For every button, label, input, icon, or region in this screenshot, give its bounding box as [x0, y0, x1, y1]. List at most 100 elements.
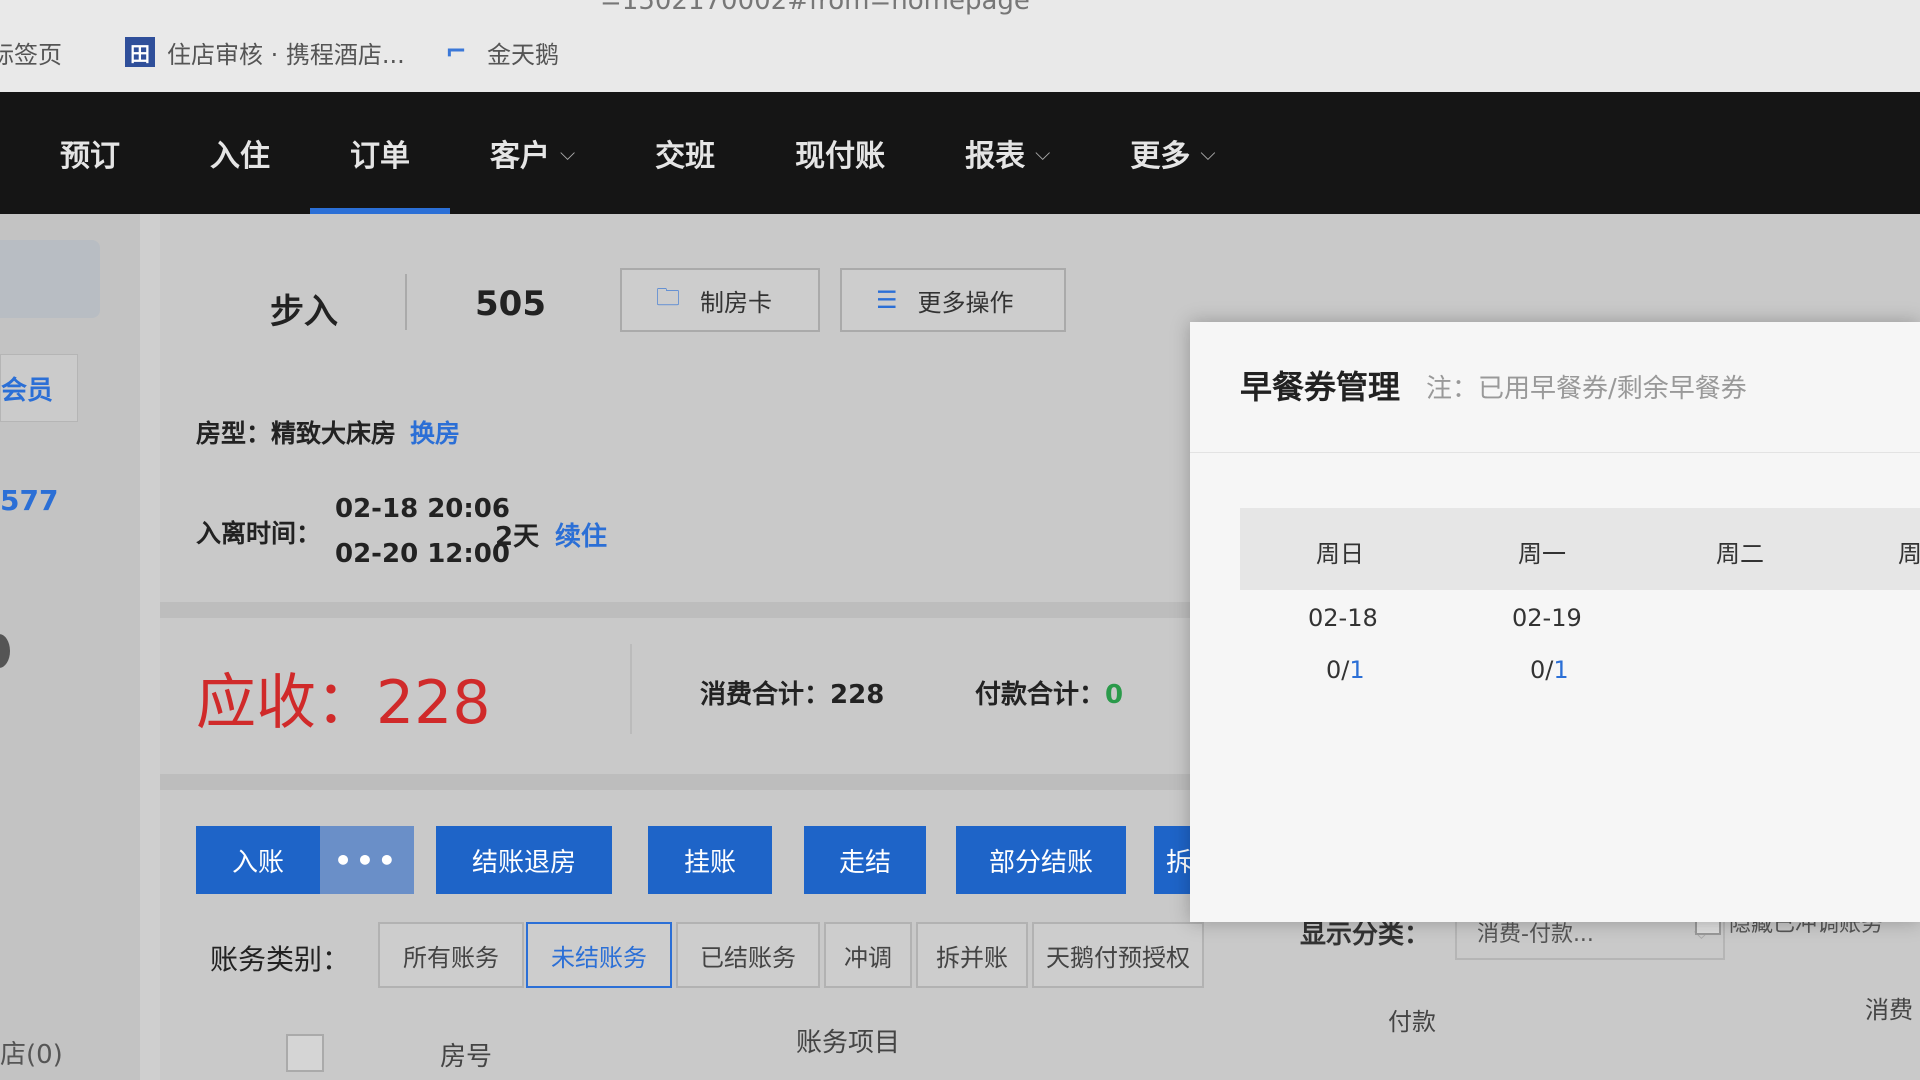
column-item: 账务项目: [796, 1028, 901, 1058]
nav-label: 报表: [965, 139, 1026, 174]
button-label: 制房卡: [700, 288, 772, 317]
voucher-used: 0: [1326, 656, 1342, 684]
filter-settled[interactable]: 已结账务: [676, 922, 820, 988]
list-icon: ☰: [876, 286, 898, 314]
chevron-down-icon: ⌵: [1035, 141, 1051, 165]
nav-shift[interactable]: 交班: [615, 92, 755, 214]
checkout-button[interactable]: 结账退房: [436, 826, 612, 894]
breakfast-voucher-dialog: 早餐券管理 注：已用早餐券/剩余早餐券 周日 周一 周二 周 02-18 02-…: [1190, 322, 1920, 922]
nav-label: 入住: [210, 139, 270, 174]
weekday-tue: 周二: [1716, 540, 1764, 568]
stay-time-label: 入离时间：: [196, 519, 322, 548]
walk-settle-button[interactable]: 走结: [804, 826, 926, 894]
post-more-button[interactable]: •••: [320, 826, 414, 894]
hotel-grid-icon: 田: [125, 37, 155, 67]
make-card-button[interactable]: 🗀 制房卡: [620, 268, 820, 332]
nav-orders[interactable]: 订单: [310, 92, 450, 214]
amount-due-value: 228: [376, 668, 491, 738]
consume-total: 消费合计：228: [700, 674, 884, 711]
dialog-note: 注：已用早餐券/剩余早餐券: [1426, 374, 1747, 404]
bookmark-label: 住店审核 · 携程酒店...: [167, 40, 405, 69]
nav-reports[interactable]: 报表 ⌵: [925, 92, 1090, 214]
left-panel: 会员 577 店(0): [0, 214, 140, 1080]
check-in-time: 02-18 20:06: [335, 494, 510, 524]
member-tag[interactable]: 会员: [0, 354, 78, 422]
voucher-ratio: 0/1: [1530, 656, 1569, 684]
amount-due: 应收：228: [196, 654, 491, 741]
card-icon: 🗀: [656, 282, 680, 311]
nav-label: 现付账: [795, 139, 886, 174]
member-number: 577: [0, 484, 59, 517]
extend-stay-link[interactable]: 续住: [555, 516, 607, 553]
nav-label: 预订: [60, 139, 120, 174]
room-type-label: 房型：: [196, 419, 272, 448]
bookmark-swan[interactable]: ⌐ 金天鹅: [445, 32, 559, 72]
order-header: 步入 505 🗀 制房卡 ☰ 更多操作: [160, 244, 1200, 364]
url-fragment: =1502170002#from=homepage: [600, 0, 1030, 16]
swan-icon: ⌐: [445, 37, 467, 67]
room-type-value: 精致大床房: [271, 419, 397, 448]
amount-due-label: 应收：: [196, 668, 376, 738]
header-divider: [405, 274, 407, 330]
top-nav: 预订 入住 订单 客户 ⌵ 交班 现付账 报表 ⌵ 更多 ⌵: [0, 92, 1920, 214]
nav-reserve[interactable]: 预订: [0, 92, 160, 214]
order-type: 步入: [270, 292, 338, 332]
weekday-header: 周日 周一 周二 周: [1240, 508, 1920, 590]
bookmark-tab[interactable]: 标签页: [0, 32, 62, 72]
filter-adjust[interactable]: 冲调: [824, 922, 912, 988]
voucher-used: 0: [1530, 656, 1546, 684]
nights-count: 2天: [495, 522, 540, 552]
button-label: 更多操作: [917, 288, 1014, 317]
date-cell: 02-18: [1308, 604, 1378, 632]
nav-cash-account[interactable]: 现付账: [755, 92, 925, 214]
weekday-mon: 周一: [1518, 540, 1566, 568]
voucher-ratio: 0/1: [1326, 656, 1365, 684]
account-type-label: 账务类别：: [210, 943, 351, 976]
partial-checkout-button[interactable]: 部分结账: [956, 826, 1126, 894]
payment-total-value: 0: [1105, 680, 1124, 710]
bookmark-label: 标签页: [0, 40, 62, 69]
section-divider: [160, 602, 1200, 618]
weekday-sun: 周日: [1316, 540, 1364, 568]
bookmark-label: 金天鹅: [487, 40, 559, 69]
bookmark-bar: =1502170002#from=homepage 标签页 田 住店审核 · 携…: [0, 0, 1920, 100]
nav-label: 交班: [655, 139, 716, 174]
change-room-link[interactable]: 换房: [410, 419, 460, 448]
payment-total: 付款合计：0: [975, 674, 1123, 711]
payment-total-label: 付款合计：: [975, 680, 1106, 710]
column-room: 房号: [440, 1042, 493, 1072]
filter-preauth[interactable]: 天鹅付预授权: [1032, 922, 1204, 988]
filter-unsettled[interactable]: 未结账务: [526, 922, 672, 988]
store-count[interactable]: 店(0): [0, 1034, 63, 1071]
filter-all[interactable]: 所有账务: [378, 922, 524, 988]
column-payment: 付款: [1388, 1008, 1436, 1036]
nav-label: 订单: [350, 139, 410, 174]
nav-more[interactable]: 更多 ⌵: [1090, 92, 1255, 214]
room-number: 505: [475, 284, 546, 324]
select-all-checkbox[interactable]: [286, 1034, 324, 1072]
section-divider: [160, 774, 1200, 790]
chevron-down-icon: ⌵: [1200, 141, 1216, 165]
filter-split-merge[interactable]: 拆并账: [916, 922, 1028, 988]
voucher-remaining: 1: [1553, 656, 1569, 684]
scroll-handle-icon[interactable]: [0, 634, 10, 668]
dialog-divider: [1190, 452, 1920, 453]
nav-checkin[interactable]: 入住: [160, 92, 310, 214]
nav-customers[interactable]: 客户 ⌵: [450, 92, 615, 214]
nav-label: 更多: [1130, 139, 1191, 174]
voucher-remaining: 1: [1349, 656, 1365, 684]
consume-total-label: 消费合计：: [700, 680, 831, 710]
chevron-down-icon: ⌵: [560, 141, 576, 165]
dialog-title: 早餐券管理: [1240, 368, 1401, 406]
hang-account-button[interactable]: 挂账: [648, 826, 772, 894]
weekday-wed: 周: [1898, 540, 1920, 568]
post-charge-button[interactable]: 入账: [196, 826, 320, 894]
date-cell: 02-19: [1512, 604, 1582, 632]
more-operations-button[interactable]: ☰ 更多操作: [840, 268, 1066, 332]
left-card[interactable]: [0, 240, 100, 318]
nav-label: 客户: [490, 139, 550, 174]
bookmark-hotel-audit[interactable]: 田 住店审核 · 携程酒店...: [125, 32, 405, 72]
consume-total-value: 228: [830, 680, 885, 710]
check-out-time: 02-20 12:00: [335, 539, 510, 569]
amount-divider: [630, 644, 632, 734]
